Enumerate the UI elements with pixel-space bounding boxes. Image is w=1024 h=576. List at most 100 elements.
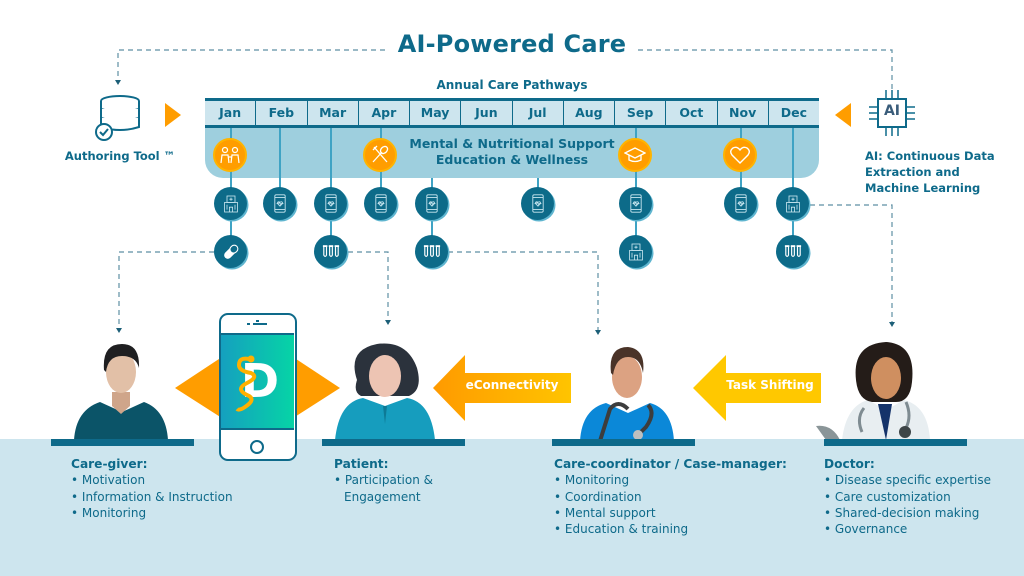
phone-heartbeat-icon <box>324 194 338 213</box>
phone-heartbeat-icon <box>531 194 545 213</box>
phone-heartbeat-icon <box>734 194 748 213</box>
phone-heartbeat-icon <box>425 194 439 213</box>
month-oct[interactable]: Oct <box>666 101 718 125</box>
node-dec-hospital[interactable] <box>776 187 809 220</box>
band-text-line: Mental & Nutritional Support <box>409 136 615 151</box>
patient-platform <box>322 439 465 446</box>
phone-speaker <box>221 315 294 333</box>
month-jun[interactable]: Jun <box>461 101 513 125</box>
app-phone[interactable]: D <box>219 313 297 461</box>
role-item: Monitoring <box>554 472 787 488</box>
month-aug[interactable]: Aug <box>564 101 615 125</box>
month-nov[interactable]: Nov <box>718 101 769 125</box>
milestone-apr[interactable] <box>363 138 397 172</box>
role-title: Care-coordinator / Case-manager: <box>554 457 787 471</box>
page-title: AI-Powered Care <box>397 30 627 58</box>
test-tubes-icon <box>423 244 441 259</box>
ai-chip-text: AI <box>883 103 901 119</box>
phone-screen: D <box>221 333 294 430</box>
role-item: Monitoring <box>71 505 233 521</box>
month-apr[interactable]: Apr <box>359 101 410 125</box>
caregiver-avatar <box>74 344 168 440</box>
month-may[interactable]: May <box>410 101 462 125</box>
milestone-jan[interactable] <box>213 138 247 172</box>
node-may-phone[interactable] <box>415 187 448 220</box>
play-arrow-right-icon <box>165 103 181 127</box>
role-item: Care customization <box>824 489 991 505</box>
node-sep-hospital[interactable] <box>619 235 652 268</box>
caregiver-platform <box>51 439 194 446</box>
band-text-line: Education & Wellness <box>435 152 589 167</box>
phone-heartbeat-icon <box>374 194 388 213</box>
role-title: Doctor: <box>824 457 875 471</box>
role-title: Patient: <box>334 457 389 471</box>
node-mar-tubes[interactable] <box>314 235 347 268</box>
node-mar-phone[interactable] <box>314 187 347 220</box>
authoring-tool-label: Authoring Tool ™ <box>64 149 176 163</box>
milestone-sep[interactable] <box>618 138 652 172</box>
node-jan-hospital[interactable] <box>214 187 247 220</box>
month-mar[interactable]: Mar <box>308 101 359 125</box>
phone-home-button[interactable] <box>250 440 264 454</box>
node-nov-phone[interactable] <box>724 187 757 220</box>
month-feb[interactable]: Feb <box>256 101 308 125</box>
role-item: Coordination <box>554 489 787 505</box>
hospital-icon <box>785 195 801 213</box>
hospital-icon <box>223 195 239 213</box>
patient-avatar <box>335 343 435 440</box>
role-item: Shared-decision making <box>824 505 991 521</box>
phone-heartbeat-icon <box>629 194 643 213</box>
month-dec[interactable]: Dec <box>769 101 819 125</box>
play-arrow-left-icon <box>835 103 851 127</box>
test-tubes-icon <box>322 244 340 259</box>
arrowhead-caregiver <box>116 328 122 333</box>
graduation-cap-icon <box>624 147 646 163</box>
node-jan-pill[interactable] <box>214 235 247 268</box>
pill-icon <box>221 242 241 262</box>
month-jan[interactable]: Jan <box>205 101 257 125</box>
arrowhead-patient <box>385 320 391 325</box>
connector-pill-to-caregiver <box>118 251 214 328</box>
ai-label-line: AI: Continuous Data <box>865 149 995 163</box>
role-patient: Patient: Participation & Engagement <box>334 456 433 505</box>
connector-dec-to-doctor <box>810 204 893 322</box>
role-item: Mental support <box>554 505 787 521</box>
task-shifting-label: Task Shifting <box>726 378 814 392</box>
node-may-tubes[interactable] <box>415 235 448 268</box>
role-item: Participation & <box>334 472 433 488</box>
milestone-nov[interactable] <box>723 138 757 172</box>
care-coordinator-avatar <box>580 347 674 441</box>
ai-chip-icon: AI <box>867 88 917 138</box>
node-apr-phone[interactable] <box>364 187 397 220</box>
doctor-avatar <box>816 342 930 440</box>
role-item: Engagement <box>344 489 421 504</box>
role-care-coordinator: Care-coordinator / Case-manager: Monitor… <box>554 456 787 537</box>
month-jul[interactable]: Jul <box>513 101 564 125</box>
econnectivity-label: eConnectivity <box>465 378 559 392</box>
role-doctor: Doctor: Disease specific expertise Care … <box>824 456 991 537</box>
node-dec-tubes[interactable] <box>776 235 809 268</box>
arrowhead-doctor <box>889 322 895 327</box>
role-item: Education & training <box>554 521 787 537</box>
node-sep-phone[interactable] <box>619 187 652 220</box>
doctor-platform <box>824 439 967 446</box>
arrowhead-authoring <box>115 80 121 85</box>
ai-label: AI: Continuous Data Extraction and Machi… <box>865 148 1015 196</box>
arrowhead-coordinator <box>595 330 601 335</box>
role-item: Governance <box>824 521 991 537</box>
test-tubes-icon <box>784 244 802 259</box>
fork-spoon-icon <box>372 145 389 163</box>
role-item: Disease specific expertise <box>824 472 991 488</box>
node-feb-phone[interactable] <box>263 187 296 220</box>
months-row: Jan Feb Mar Apr May Jun Jul Aug Sep Oct … <box>205 98 819 128</box>
role-item: Information & Instruction <box>71 489 233 505</box>
month-sep[interactable]: Sep <box>615 101 667 125</box>
people-icon <box>220 146 240 164</box>
ai-label-line: Machine Learning <box>865 181 981 195</box>
node-jul-phone[interactable] <box>521 187 554 220</box>
phone-heartbeat-icon <box>273 194 287 213</box>
database-check-icon <box>92 93 142 141</box>
role-title: Care-giver: <box>71 457 148 471</box>
heart-icon <box>730 146 750 164</box>
connector-tubes-to-patient <box>348 251 389 320</box>
